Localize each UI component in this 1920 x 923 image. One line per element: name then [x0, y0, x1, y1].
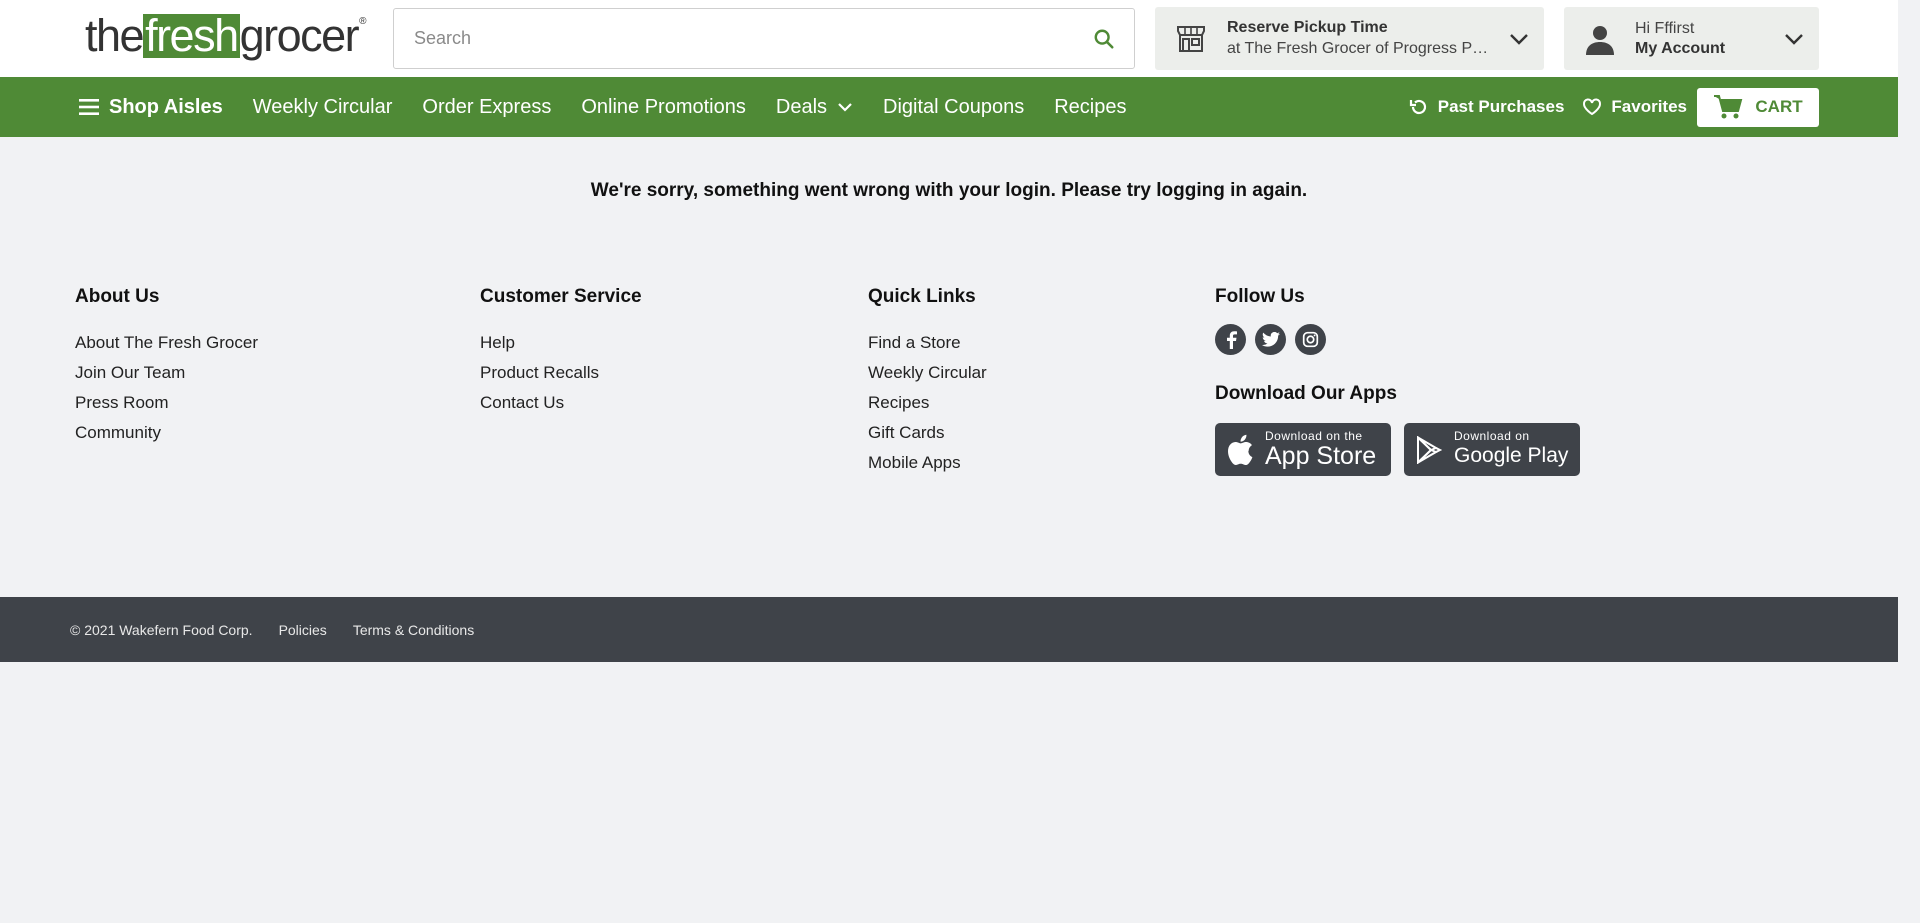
nav-recipes[interactable]: Recipes: [1054, 96, 1126, 119]
app-badges: Download on the App Store Download on Go…: [1215, 423, 1580, 476]
pickup-location: at The Fresh Grocer of Progress Plaza: [1227, 40, 1489, 57]
main-nav: Shop Aisles Weekly Circular Order Expres…: [0, 77, 1898, 137]
policies-link[interactable]: Policies: [279, 622, 327, 638]
reserve-pickup-button[interactable]: Reserve Pickup Time at The Fresh Grocer …: [1155, 7, 1544, 70]
fresh-grocer-logo[interactable]: the fresh grocer ®: [85, 10, 367, 61]
nav-order-express[interactable]: Order Express: [422, 96, 551, 119]
app-store-big-text: App Store: [1265, 442, 1377, 470]
terms-link[interactable]: Terms & Conditions: [353, 622, 474, 638]
footer-quick-links-column: Quick Links Find a Store Weekly Circular…: [868, 286, 987, 478]
copyright-text: © 2021 Wakefern Food Corp.: [70, 621, 253, 638]
cart-icon: [1714, 95, 1743, 119]
footer-quick-heading: Quick Links: [868, 286, 976, 307]
footer-link-find-store[interactable]: Find a Store: [868, 328, 987, 358]
bottom-bar: © 2021 Wakefern Food Corp. Policies Term…: [0, 597, 1898, 662]
chevron-down-icon: [1769, 33, 1819, 45]
chevron-down-icon: [837, 102, 853, 112]
past-purchases-label: Past Purchases: [1437, 97, 1565, 116]
heart-icon: [1583, 98, 1602, 116]
search-input[interactable]: [394, 9, 1074, 68]
footer-service-column: Customer Service Help Product Recalls Co…: [480, 286, 642, 418]
google-play-badge[interactable]: Download on Google Play: [1404, 423, 1580, 476]
nav-online-promotions[interactable]: Online Promotions: [581, 96, 746, 119]
store-icon: [1155, 25, 1227, 53]
cart-label: CART: [1755, 97, 1803, 116]
shop-aisles-label: Shop Aisles: [109, 95, 223, 118]
google-play-big-text: Google Play: [1454, 444, 1569, 467]
footer-link-community[interactable]: Community: [75, 418, 258, 448]
footer-link-about[interactable]: About The Fresh Grocer: [75, 328, 258, 358]
menu-icon: [79, 99, 99, 115]
apple-icon: [1215, 434, 1265, 466]
nav-deals[interactable]: Deals: [776, 96, 853, 119]
footer-follow-column: Follow Us Download Our Apps Download on …: [1215, 286, 1580, 476]
account-greeting: Hi Fffirst: [1635, 19, 1695, 37]
cart-button[interactable]: CART: [1697, 87, 1819, 127]
footer-link-join-team[interactable]: Join Our Team: [75, 358, 258, 388]
nav-deals-label: Deals: [775, 95, 828, 118]
footer-service-heading: Customer Service: [480, 286, 642, 307]
google-play-icon: [1404, 435, 1454, 464]
footer-link-gift-cards[interactable]: Gift Cards: [868, 418, 987, 448]
favorites-label: Favorites: [1611, 97, 1687, 116]
logo-registered-mark: ®: [359, 16, 367, 27]
logo-text-fresh: fresh: [143, 10, 240, 61]
footer-link-weekly-circular[interactable]: Weekly Circular: [868, 358, 987, 388]
chevron-down-icon: [1494, 33, 1544, 45]
user-icon: [1564, 23, 1635, 55]
past-purchases-button[interactable]: Past Purchases: [1409, 97, 1565, 117]
nav-weekly-circular[interactable]: Weekly Circular: [253, 96, 393, 119]
google-play-small-text: Download on: [1454, 429, 1530, 443]
logo-text-the: the: [85, 10, 145, 61]
instagram-icon[interactable]: [1295, 324, 1326, 355]
account-label: My Account: [1635, 39, 1726, 57]
footer-about-heading: About Us: [75, 286, 160, 307]
footer-link-help[interactable]: Help: [480, 328, 642, 358]
footer-follow-heading: Follow Us: [1215, 286, 1305, 307]
my-account-button[interactable]: Hi Fffirst My Account: [1564, 7, 1819, 70]
footer-about-column: About Us About The Fresh Grocer Join Our…: [75, 286, 258, 448]
top-header: thefreshgrocer® Reserve Pickup Time at T…: [0, 0, 1898, 77]
login-error-message: We're sorry, something went wrong with y…: [590, 180, 1308, 201]
history-icon: [1409, 99, 1426, 115]
twitter-icon[interactable]: [1255, 324, 1286, 355]
shop-aisles-button[interactable]: Shop Aisles: [79, 96, 223, 119]
footer-link-contact-us[interactable]: Contact Us: [480, 388, 642, 418]
download-apps-heading: Download Our Apps: [1215, 383, 1397, 404]
favorites-button[interactable]: Favorites: [1582, 97, 1687, 117]
search-icon[interactable]: [1074, 9, 1134, 68]
footer-link-product-recalls[interactable]: Product Recalls: [480, 358, 642, 388]
app-store-badge[interactable]: Download on the App Store: [1215, 423, 1391, 476]
logo-text-grocer: grocer: [239, 10, 360, 61]
pickup-title: Reserve Pickup Time: [1227, 19, 1388, 36]
footer-link-mobile-apps[interactable]: Mobile Apps: [868, 448, 987, 478]
nav-digital-coupons[interactable]: Digital Coupons: [883, 96, 1024, 119]
facebook-icon[interactable]: [1215, 324, 1246, 355]
search-box: [393, 8, 1135, 69]
footer-link-recipes[interactable]: Recipes: [868, 388, 987, 418]
social-links: [1215, 324, 1580, 355]
footer-link-press-room[interactable]: Press Room: [75, 388, 258, 418]
